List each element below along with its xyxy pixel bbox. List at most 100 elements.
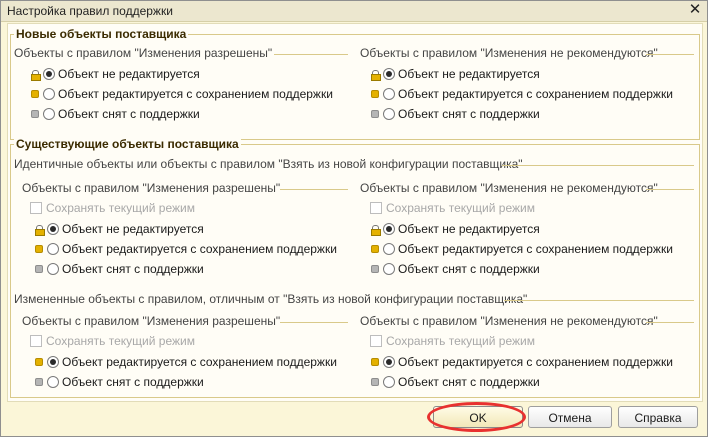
identical-left-caption: Объекты с правилом "Изменения разрешены" (22, 181, 281, 195)
option-label: Объект редактируется с сохранением подде… (62, 242, 337, 256)
checkbox-label: Сохранять текущий режим (386, 334, 535, 348)
radio-button[interactable] (47, 376, 59, 388)
gray-bullet-icon (30, 109, 40, 119)
radio-button[interactable] (383, 88, 395, 100)
checkbox[interactable] (30, 335, 42, 347)
identical-caption: Идентичные объекты или объекты с правило… (14, 157, 523, 171)
new-left-editable-keep[interactable]: Объект редактируется с сохранением подде… (30, 86, 333, 102)
option-label: Объект не редактируется (58, 67, 200, 81)
radio-button[interactable] (47, 263, 59, 275)
window-title: Настройка правил поддержки (7, 4, 173, 18)
divider (280, 189, 348, 190)
radio-button[interactable] (383, 376, 395, 388)
gray-bullet-icon (370, 109, 380, 119)
checkbox[interactable] (370, 202, 382, 214)
identical-left-removed[interactable]: Объект снят с поддержки (34, 261, 204, 277)
option-label: Объект редактируется с сохранением подде… (398, 355, 673, 369)
radio-button[interactable] (43, 88, 55, 100)
new-left-caption: Объекты с правилом "Изменения разрешены" (14, 46, 273, 60)
checkbox-label: Сохранять текущий режим (386, 201, 535, 215)
existing-objects-title: Существующие объекты поставщика (14, 137, 241, 151)
identical-right-keep-mode[interactable]: Сохранять текущий режим (370, 201, 535, 215)
gray-bullet-icon (370, 377, 380, 387)
new-right-caption: Объекты с правилом "Изменения не рекомен… (360, 46, 658, 60)
option-label: Объект снят с поддержки (62, 375, 204, 389)
option-label: Объект редактируется с сохранением подде… (58, 87, 333, 101)
gold-bullet-icon (30, 89, 40, 99)
divider (502, 165, 694, 166)
lock-icon (30, 69, 41, 81)
changed-right-caption: Объекты с правилом "Изменения не рекомен… (360, 314, 658, 328)
lock-icon (34, 224, 45, 236)
gray-bullet-icon (34, 377, 44, 387)
identical-right-not-editable[interactable]: Объект не редактируется (370, 221, 540, 237)
gray-bullet-icon (34, 264, 44, 274)
option-label: Объект редактируется с сохранением подде… (398, 242, 673, 256)
checkbox[interactable] (370, 335, 382, 347)
divider (646, 54, 694, 55)
changed-left-keep-mode[interactable]: Сохранять текущий режим (30, 334, 195, 348)
identical-right-editable-keep[interactable]: Объект редактируется с сохранением подде… (370, 241, 673, 257)
divider (646, 322, 694, 323)
radio-button[interactable] (47, 243, 59, 255)
new-right-not-editable[interactable]: Объект не редактируется (370, 66, 540, 82)
changed-left-editable-keep[interactable]: Объект редактируется с сохранением подде… (34, 354, 337, 370)
radio-button[interactable] (383, 223, 395, 235)
identical-right-caption: Объекты с правилом "Изменения не рекомен… (360, 181, 658, 195)
divider (504, 300, 694, 301)
changed-caption: Измененные объекты с правилом, отличным … (14, 292, 528, 306)
divider (646, 189, 694, 190)
identical-left-not-editable[interactable]: Объект не редактируется (34, 221, 204, 237)
identical-right-removed[interactable]: Объект снят с поддержки (370, 261, 540, 277)
option-label: Объект не редактируется (62, 222, 204, 236)
radio-button[interactable] (43, 68, 55, 80)
gray-bullet-icon (370, 264, 380, 274)
lock-icon (370, 224, 381, 236)
gold-bullet-icon (370, 244, 380, 254)
new-right-removed[interactable]: Объект снят с поддержки (370, 106, 540, 122)
gold-bullet-icon (34, 244, 44, 254)
changed-left-removed[interactable]: Объект снят с поддержки (34, 374, 204, 390)
new-right-editable-keep[interactable]: Объект редактируется с сохранением подде… (370, 86, 673, 102)
changed-right-keep-mode[interactable]: Сохранять текущий режим (370, 334, 535, 348)
option-label: Объект снят с поддержки (62, 262, 204, 276)
option-label: Объект снят с поддержки (58, 107, 200, 121)
radio-button[interactable] (383, 108, 395, 120)
new-objects-title: Новые объекты поставщика (14, 27, 189, 41)
gold-bullet-icon (370, 89, 380, 99)
title-bar[interactable]: Настройка правил поддержки ✕ (1, 1, 707, 22)
changed-right-removed[interactable]: Объект снят с поддержки (370, 374, 540, 390)
gold-bullet-icon (370, 357, 380, 367)
option-label: Объект не редактируется (398, 222, 540, 236)
lock-icon (370, 69, 381, 81)
checkbox-label: Сохранять текущий режим (46, 201, 195, 215)
option-label: Объект редактируется с сохранением подде… (62, 355, 337, 369)
option-label: Объект снят с поддержки (398, 262, 540, 276)
option-label: Объект снят с поддержки (398, 107, 540, 121)
support-rules-dialog: Настройка правил поддержки ✕ Новые объек… (0, 0, 708, 437)
gold-bullet-icon (34, 357, 44, 367)
radio-button[interactable] (47, 223, 59, 235)
radio-button[interactable] (383, 243, 395, 255)
divider (280, 322, 348, 323)
close-icon[interactable]: ✕ (687, 2, 703, 18)
option-label: Объект не редактируется (398, 67, 540, 81)
checkbox-label: Сохранять текущий режим (46, 334, 195, 348)
cancel-button[interactable]: Отмена (528, 406, 612, 428)
divider (274, 54, 348, 55)
checkbox[interactable] (30, 202, 42, 214)
radio-button[interactable] (383, 263, 395, 275)
radio-button[interactable] (383, 68, 395, 80)
radio-button[interactable] (47, 356, 59, 368)
radio-button[interactable] (383, 356, 395, 368)
identical-left-editable-keep[interactable]: Объект редактируется с сохранением подде… (34, 241, 337, 257)
changed-right-editable-keep[interactable]: Объект редактируется с сохранением подде… (370, 354, 673, 370)
option-label: Объект снят с поддержки (398, 375, 540, 389)
radio-button[interactable] (43, 108, 55, 120)
ok-highlight-annotation (427, 402, 526, 432)
new-left-removed[interactable]: Объект снят с поддержки (30, 106, 200, 122)
new-left-not-editable[interactable]: Объект не редактируется (30, 66, 200, 82)
identical-left-keep-mode[interactable]: Сохранять текущий режим (30, 201, 195, 215)
help-button[interactable]: Справка (618, 406, 698, 428)
changed-left-caption: Объекты с правилом "Изменения разрешены" (22, 314, 281, 328)
